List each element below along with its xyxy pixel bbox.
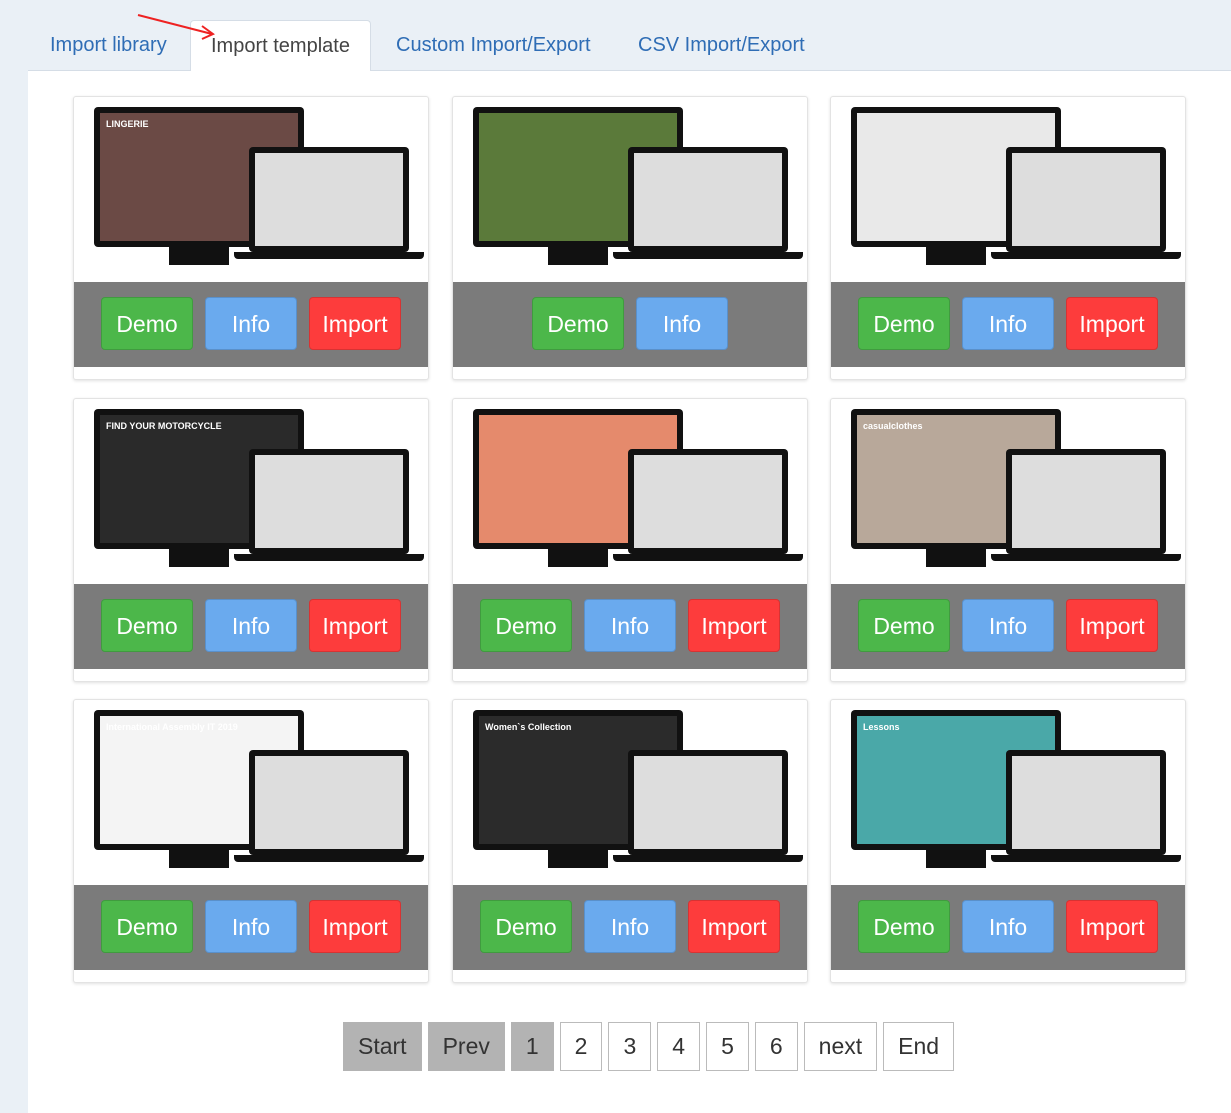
monitor-stand bbox=[548, 850, 608, 868]
laptop-mockup bbox=[1006, 750, 1166, 855]
card-actions: Demo Info bbox=[453, 297, 807, 350]
laptop-base bbox=[234, 252, 424, 259]
page-next-button[interactable]: next bbox=[803, 1022, 878, 1071]
tab-csv-import-export[interactable]: CSV Import/Export bbox=[618, 20, 825, 71]
laptop-base bbox=[234, 855, 424, 862]
info-button[interactable]: Info bbox=[636, 297, 728, 350]
demo-button[interactable]: Demo bbox=[101, 599, 193, 652]
monitor-stand bbox=[548, 247, 608, 265]
tab-custom-import-export[interactable]: Custom Import/Export bbox=[376, 20, 611, 71]
template-card: Women`s Collection Demo Info Import bbox=[452, 699, 808, 983]
laptop-base bbox=[613, 554, 803, 561]
template-card: International Assembly IT 2019 Demo Info I… bbox=[73, 699, 429, 983]
page-2-button[interactable]: 2 bbox=[559, 1022, 603, 1071]
info-button[interactable]: Info bbox=[962, 900, 1054, 953]
page-5-button[interactable]: 5 bbox=[706, 1022, 749, 1071]
page-4-button[interactable]: 4 bbox=[657, 1022, 701, 1071]
import-button[interactable]: Import bbox=[309, 297, 401, 350]
info-button[interactable]: Info bbox=[205, 900, 297, 953]
red-arrow-annotation bbox=[137, 14, 215, 40]
import-button[interactable]: Import bbox=[1066, 900, 1158, 953]
template-card: FIND YOUR MOTORCYCLE Demo Info Import bbox=[73, 398, 429, 682]
import-button[interactable]: Import bbox=[688, 900, 780, 953]
card-actions: Demo Info Import bbox=[831, 900, 1185, 953]
template-card: Lessons Demo Info Import bbox=[830, 699, 1186, 983]
laptop-mockup bbox=[249, 449, 409, 554]
monitor-stand bbox=[169, 247, 229, 265]
template-card: Demo Info Import bbox=[452, 398, 808, 682]
page-6-button[interactable]: 6 bbox=[754, 1022, 798, 1071]
monitor-stand bbox=[926, 549, 986, 567]
import-button[interactable]: Import bbox=[688, 599, 780, 652]
monitor-stand bbox=[548, 549, 608, 567]
laptop-mockup bbox=[628, 750, 788, 855]
template-card: Demo Info bbox=[452, 96, 808, 380]
monitor-stand bbox=[926, 850, 986, 868]
page-1-button[interactable]: 1 bbox=[510, 1022, 554, 1071]
demo-button[interactable]: Demo bbox=[480, 599, 572, 652]
laptop-base bbox=[991, 554, 1181, 561]
demo-button[interactable]: Demo bbox=[858, 900, 950, 953]
info-button[interactable]: Info bbox=[205, 599, 297, 652]
card-actions: Demo Info Import bbox=[453, 900, 807, 953]
info-button[interactable]: Info bbox=[962, 297, 1054, 350]
info-button[interactable]: Info bbox=[962, 599, 1054, 652]
import-button[interactable]: Import bbox=[1066, 599, 1158, 652]
card-actions: Demo Info Import bbox=[74, 900, 428, 953]
card-actions: Demo Info Import bbox=[74, 297, 428, 350]
pagination: Start Prev 1 2 3 4 5 6 next End bbox=[343, 1022, 955, 1071]
laptop-base bbox=[613, 252, 803, 259]
laptop-base bbox=[613, 855, 803, 862]
info-button[interactable]: Info bbox=[205, 297, 297, 350]
laptop-mockup bbox=[1006, 147, 1166, 252]
template-card: Demo Info Import bbox=[830, 96, 1186, 380]
page-start-button[interactable]: Start bbox=[343, 1022, 422, 1071]
monitor-stand bbox=[169, 850, 229, 868]
laptop-mockup bbox=[249, 147, 409, 252]
card-actions: Demo Info Import bbox=[74, 599, 428, 652]
card-actions: Demo Info Import bbox=[831, 599, 1185, 652]
demo-button[interactable]: Demo bbox=[532, 297, 624, 350]
import-button[interactable]: Import bbox=[309, 900, 401, 953]
template-card: LINGERIE Demo Info Import bbox=[73, 96, 429, 380]
demo-button[interactable]: Demo bbox=[101, 297, 193, 350]
template-card: casualclothes Demo Info Import bbox=[830, 398, 1186, 682]
demo-button[interactable]: Demo bbox=[858, 599, 950, 652]
tab-import-template[interactable]: Import template bbox=[190, 20, 371, 72]
card-actions: Demo Info Import bbox=[831, 297, 1185, 350]
laptop-base bbox=[991, 855, 1181, 862]
page-3-button[interactable]: 3 bbox=[608, 1022, 652, 1071]
import-button[interactable]: Import bbox=[309, 599, 401, 652]
card-actions: Demo Info Import bbox=[453, 599, 807, 652]
monitor-stand bbox=[169, 549, 229, 567]
laptop-mockup bbox=[628, 449, 788, 554]
demo-button[interactable]: Demo bbox=[101, 900, 193, 953]
laptop-mockup bbox=[628, 147, 788, 252]
laptop-base bbox=[991, 252, 1181, 259]
laptop-base bbox=[234, 554, 424, 561]
demo-button[interactable]: Demo bbox=[858, 297, 950, 350]
info-button[interactable]: Info bbox=[584, 599, 676, 652]
laptop-mockup bbox=[1006, 449, 1166, 554]
demo-button[interactable]: Demo bbox=[480, 900, 572, 953]
laptop-mockup bbox=[249, 750, 409, 855]
page-prev-button[interactable]: Prev bbox=[427, 1022, 505, 1071]
monitor-stand bbox=[926, 247, 986, 265]
info-button[interactable]: Info bbox=[584, 900, 676, 953]
import-button[interactable]: Import bbox=[1066, 297, 1158, 350]
page-end-button[interactable]: End bbox=[883, 1022, 955, 1071]
